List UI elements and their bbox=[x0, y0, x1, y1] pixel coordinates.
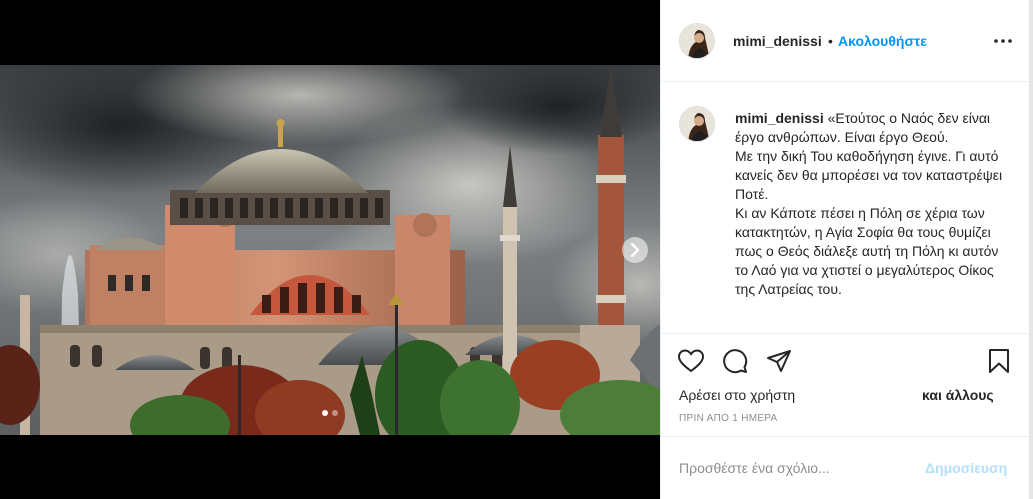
avatar[interactable] bbox=[679, 23, 715, 59]
caption-section: mimi_denissi «Ετούτος ο Ναός δεν είναι έ… bbox=[661, 83, 1030, 333]
post-header: mimi_denissi • Ακολουθήστε bbox=[661, 0, 1030, 82]
heart-icon bbox=[678, 349, 704, 373]
caption-text: Ετούτος ο Ναός δεν είναι έργο ανθρώπων. … bbox=[735, 110, 1003, 297]
post-author-username[interactable]: mimi_denissi bbox=[733, 33, 822, 49]
chevron-right-icon bbox=[630, 243, 640, 257]
more-options-button[interactable] bbox=[992, 31, 1014, 51]
post-photo-hagia-sophia[interactable] bbox=[0, 65, 660, 435]
header-separator: • bbox=[828, 33, 833, 49]
caption-avatar[interactable] bbox=[679, 106, 715, 142]
carousel-dot bbox=[332, 410, 338, 416]
likes-others-link[interactable]: και άλλους bbox=[922, 387, 994, 403]
carousel-indicator bbox=[0, 410, 660, 416]
post-actions: Αρέσει στο χρήστη και άλλους ΠΡΙΝ ΑΠΟ 1 … bbox=[661, 333, 1030, 436]
post-caption: mimi_denissi «Ετούτος ο Ναός δεν είναι έ… bbox=[735, 109, 1015, 299]
carousel-next-button[interactable] bbox=[622, 237, 648, 263]
caption-username[interactable]: mimi_denissi bbox=[735, 110, 824, 126]
comment-input[interactable] bbox=[679, 457, 909, 479]
comment-button[interactable] bbox=[721, 347, 749, 375]
add-comment-bar: Δημοσίευση bbox=[661, 436, 1030, 499]
post-comment-button[interactable]: Δημοσίευση bbox=[925, 460, 1007, 476]
more-dots-icon bbox=[994, 39, 1012, 43]
follow-button[interactable]: Ακολουθήστε bbox=[838, 33, 927, 49]
carousel-dot-active bbox=[322, 410, 328, 416]
post-side-panel: mimi_denissi • Ακολουθήστε mimi_denissi … bbox=[660, 0, 1030, 499]
post-timestamp[interactable]: ΠΡΙΝ ΑΠΟ 1 ΗΜΕΡΑ bbox=[679, 413, 778, 424]
comment-icon bbox=[723, 349, 748, 374]
likes-summary[interactable]: Αρέσει στο χρήστη bbox=[679, 387, 795, 403]
post-media-panel bbox=[0, 0, 660, 499]
window-edge bbox=[1029, 0, 1033, 499]
save-button[interactable] bbox=[985, 347, 1013, 375]
share-icon bbox=[767, 350, 791, 372]
share-button[interactable] bbox=[765, 347, 793, 375]
like-button[interactable] bbox=[677, 347, 705, 375]
bookmark-icon bbox=[989, 349, 1009, 373]
